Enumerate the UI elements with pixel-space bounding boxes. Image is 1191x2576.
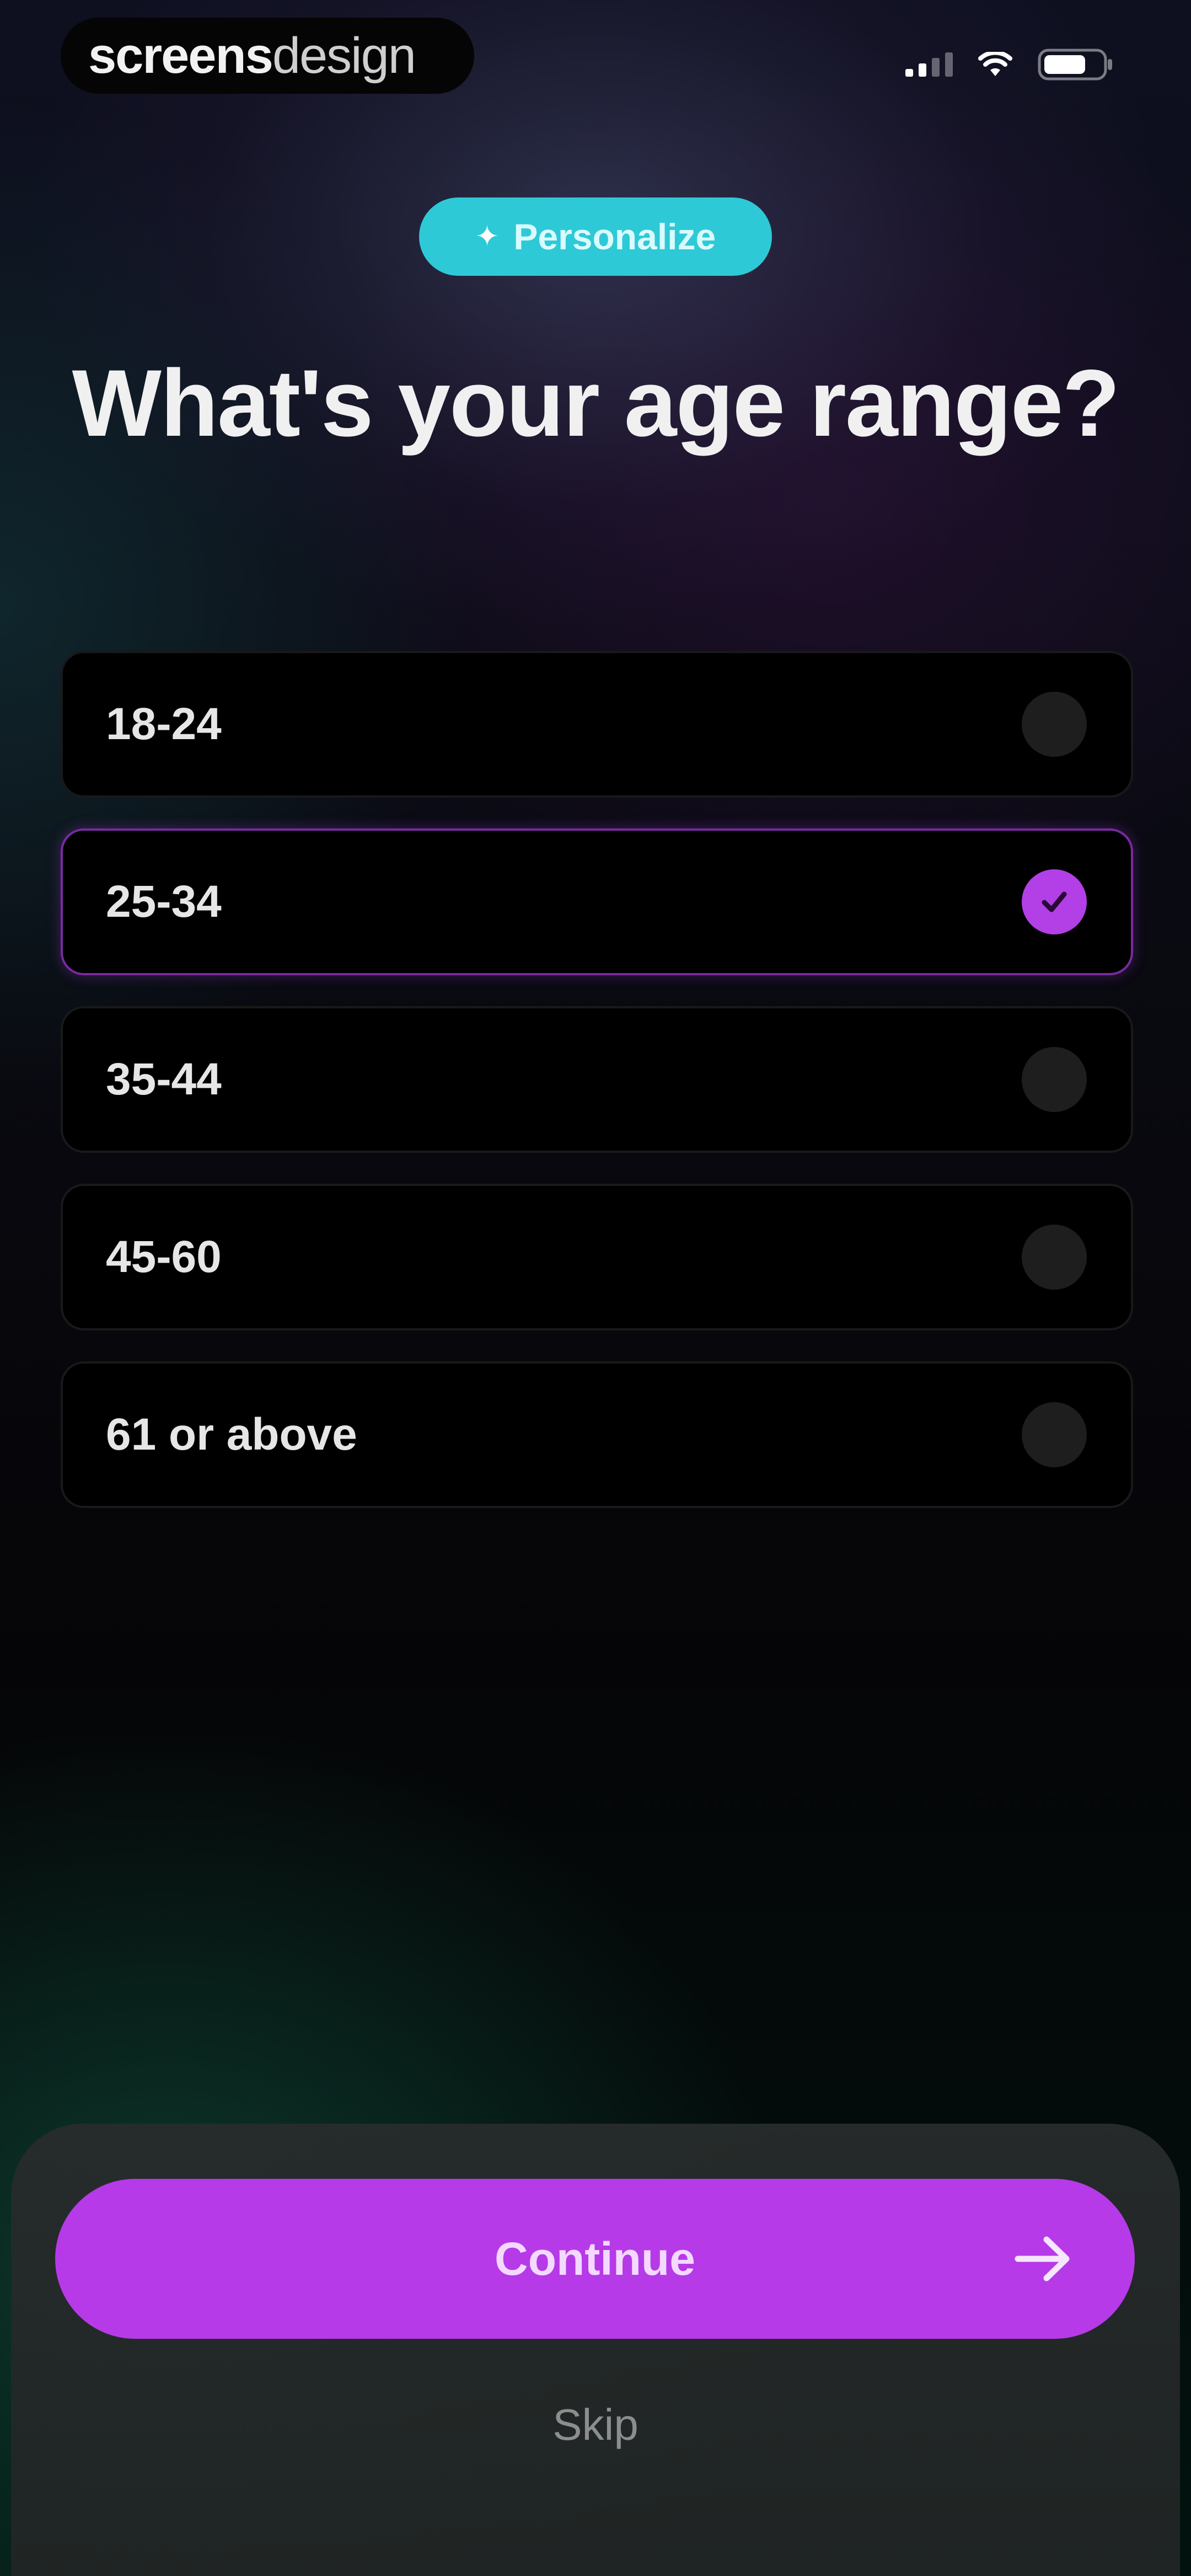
continue-label: Continue [495,2232,695,2285]
battery-icon [1038,49,1112,81]
arrow-right-icon [1015,2236,1070,2281]
option-label: 35-44 [106,1054,222,1104]
skip-link[interactable]: Skip [0,2399,1191,2450]
status-icons [905,49,1114,81]
option-61-or-above[interactable]: 61 or above [61,1361,1133,1508]
brand-name-bold: screens [88,27,273,84]
brand-name-light: design [272,27,416,84]
personalize-chip: ✦ Personalize [419,197,772,276]
cellular-signal-icon [905,52,953,77]
option-label: 61 or above [106,1409,357,1460]
onboarding-screen: screens design ✦ Personalize What's your … [0,0,1191,2576]
brand-logo: screens design [61,18,474,94]
option-25-34[interactable]: 25-34 [61,829,1133,975]
chip-label: Personalize [513,216,716,257]
continue-button[interactable]: Continue [55,2179,1135,2339]
page-title: What's your age range? [72,350,1120,456]
radio-unchecked-icon[interactable] [1022,692,1087,757]
radio-unchecked-icon[interactable] [1022,1047,1087,1112]
age-range-options: 18-24 25-34 35-44 45-60 61 or above [61,651,1133,1539]
option-label: 25-34 [106,877,222,927]
option-label: 45-60 [106,1232,222,1282]
radio-unchecked-icon[interactable] [1022,1402,1087,1467]
option-label: 18-24 [106,699,222,749]
option-45-60[interactable]: 45-60 [61,1184,1133,1330]
option-18-24[interactable]: 18-24 [61,651,1133,798]
wifi-icon [978,52,1012,76]
option-35-44[interactable]: 35-44 [61,1006,1133,1153]
radio-checked-icon[interactable] [1022,869,1087,934]
radio-unchecked-icon[interactable] [1022,1225,1087,1290]
checkmark-icon [1042,891,1067,912]
sparkle-icon: ✦ [475,221,500,253]
